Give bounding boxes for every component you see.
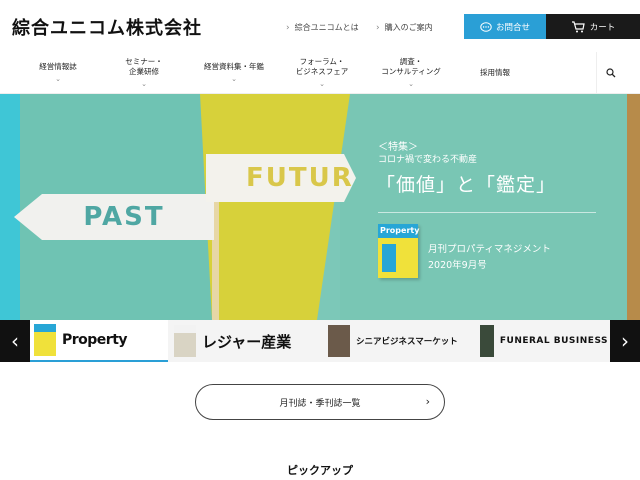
nav-label: コンサルティング bbox=[381, 67, 441, 76]
slide-label: レジャー産業 bbox=[202, 332, 292, 351]
chevron-down-icon: ⌄ bbox=[408, 80, 414, 88]
chevron-down-icon: ⌄ bbox=[231, 75, 237, 83]
chat-icon bbox=[480, 21, 492, 32]
nav-label: 調査・ bbox=[399, 57, 423, 66]
carousel-slide-leisure[interactable]: レジャー産業 bbox=[170, 320, 320, 362]
feature-tag: ＜特集＞ bbox=[378, 142, 418, 153]
nav-item-recruit[interactable]: 採用情報 bbox=[460, 52, 530, 94]
slide-thumbnail bbox=[480, 325, 494, 357]
feature-subtitle: コロナ禍で変わる不動産 bbox=[378, 155, 478, 165]
nav-label: 企業研修 bbox=[129, 67, 159, 76]
chevron-down-icon: ⌄ bbox=[55, 75, 61, 83]
search-icon bbox=[605, 68, 615, 78]
carousel-slide-funeral[interactable]: FUNERAL BUSINESS bbox=[478, 320, 608, 362]
nav-label: 経営資料集・年鑑 bbox=[204, 62, 264, 71]
chevron-down-icon: ⌄ bbox=[319, 80, 325, 88]
link-purchase-label: 購入のご案内 bbox=[384, 23, 433, 32]
magazine-list-button[interactable]: 月刊誌・季刊誌一覧 › bbox=[195, 384, 445, 420]
future-sign-text: FUTUR bbox=[246, 163, 354, 193]
cart-button[interactable]: カート bbox=[546, 14, 640, 39]
carousel-prev-button[interactable]: ‹ bbox=[0, 320, 30, 362]
carousel-slide-senior[interactable]: シニアビジネスマーケット bbox=[326, 320, 474, 362]
nav-item-magazines[interactable]: 経営情報誌 ⌄ bbox=[20, 52, 96, 94]
pickup-heading: ピックアップ bbox=[287, 464, 353, 477]
hero-bg-right bbox=[340, 94, 628, 320]
site-header: 綜合ユニコム株式会社 › 綜合ユニコムとは › 購入のご案内 お問合せ カート bbox=[0, 0, 640, 52]
slide-label: FUNERAL BUSINESS bbox=[499, 336, 608, 346]
magazine-cover-logo: Property bbox=[378, 224, 419, 238]
nav-label: セミナー・ bbox=[125, 57, 163, 66]
magazine-cover-band bbox=[382, 244, 396, 272]
slide-label: シニアビジネスマーケット bbox=[356, 337, 458, 347]
slide-thumbnail bbox=[328, 325, 350, 357]
carousel-next-button[interactable]: › bbox=[610, 320, 640, 362]
nav-item-reports[interactable]: 経営資料集・年鑑 ⌄ bbox=[192, 52, 276, 94]
divider bbox=[378, 212, 596, 213]
hero-bg-stripe bbox=[0, 94, 20, 320]
chevron-right-icon: › bbox=[621, 329, 629, 353]
chevron-left-icon: ‹ bbox=[11, 329, 19, 353]
contact-button[interactable]: お問合せ bbox=[464, 14, 546, 39]
link-about[interactable]: › 綜合ユニコムとは bbox=[286, 22, 359, 33]
nav-label: ビジネスフェア bbox=[295, 67, 349, 76]
past-sign-text: PAST bbox=[83, 202, 165, 232]
link-about-label: 綜合ユニコムとは bbox=[294, 23, 359, 32]
carousel-slide-property[interactable]: Property bbox=[30, 320, 168, 362]
slide-thumbnail bbox=[34, 324, 56, 356]
nav-label: 経営情報誌 bbox=[39, 62, 77, 71]
chevron-down-icon: ⌄ bbox=[141, 80, 147, 88]
past-sign: PAST bbox=[14, 194, 214, 240]
future-sign: FUTUR bbox=[206, 154, 356, 202]
chevron-right-icon: › bbox=[286, 23, 290, 33]
nav-label: フォーラム・ bbox=[299, 57, 345, 66]
hero-bg-yellow bbox=[200, 94, 350, 320]
nav-item-seminars[interactable]: セミナー・ 企業研修 ⌄ bbox=[106, 52, 182, 94]
magazine-carousel: ‹ Property レジャー産業 シニアビジネスマーケット FUNERAL B… bbox=[0, 320, 640, 362]
contact-label: お問合せ bbox=[495, 22, 530, 33]
search-button[interactable] bbox=[596, 52, 624, 94]
cart-label: カート bbox=[589, 22, 616, 33]
site-logo[interactable]: 綜合ユニコム株式会社 bbox=[12, 14, 202, 40]
magazine-list-label: 月刊誌・季刊誌一覧 bbox=[279, 398, 361, 409]
chevron-right-icon: › bbox=[425, 395, 430, 408]
link-purchase-guide[interactable]: › 購入のご案内 bbox=[376, 22, 433, 33]
hero-banner[interactable]: PAST FUTUR ＜特集＞ コロナ禍で変わる不動産 「価値」と「鑑定」 Pr… bbox=[0, 94, 640, 320]
magazine-cover: Property bbox=[378, 224, 419, 278]
magazine-name: 月刊プロパティマネジメント bbox=[428, 244, 551, 255]
nav-item-forums[interactable]: フォーラム・ ビジネスフェア ⌄ bbox=[282, 52, 362, 94]
cart-icon bbox=[571, 20, 585, 32]
slide-thumbnail bbox=[174, 325, 196, 357]
hero-next-slide-peek bbox=[627, 94, 640, 320]
slide-label: Property bbox=[62, 332, 128, 348]
chevron-right-icon: › bbox=[376, 23, 380, 33]
nav-item-consulting[interactable]: 調査・ コンサルティング ⌄ bbox=[368, 52, 454, 94]
nav-label: 採用情報 bbox=[480, 68, 510, 77]
main-nav: 経営情報誌 ⌄ セミナー・ 企業研修 ⌄ 経営資料集・年鑑 ⌄ フォーラム・ ビ… bbox=[0, 52, 640, 94]
magazine-issue: 2020年9月号 bbox=[428, 260, 487, 271]
feature-title: 「価値」と「鑑定」 bbox=[376, 174, 557, 196]
